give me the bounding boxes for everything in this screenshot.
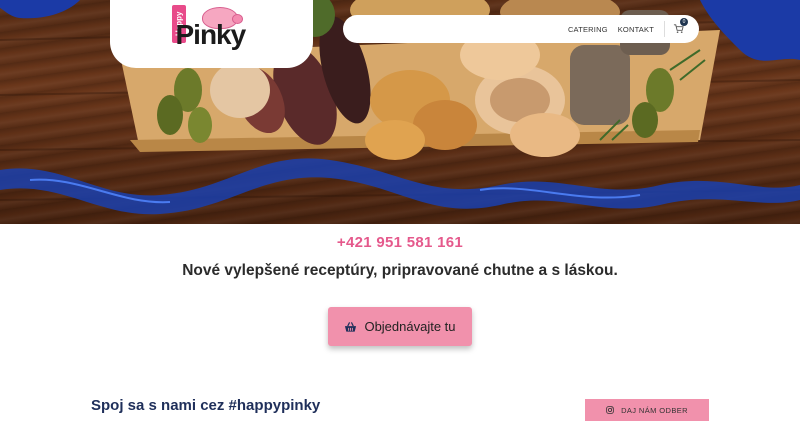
logo-pinky-text: Pinky [175, 19, 247, 50]
main-nav: CATERING KONTAKT 0 [343, 15, 699, 43]
nav-item-kontakt[interactable]: KONTAKT [618, 25, 654, 34]
cart-button[interactable]: 0 [673, 18, 688, 35]
connect-heading: Spoj sa s nami cez #happypinky [91, 397, 321, 414]
happy-pinky-logo[interactable]: Happy Pinky [171, 3, 252, 63]
order-button-label: Objednávajte tu [364, 319, 456, 334]
nav-item-catering[interactable]: CATERING [568, 25, 608, 34]
basket-icon [345, 321, 357, 332]
subscribe-button-label: DAJ NÁM ODBER [621, 405, 688, 415]
hero-image: Happy Pinky CATERING KONTAKT 0 [0, 0, 800, 224]
instagram-icon [606, 406, 614, 414]
tagline: Nové vylepšené receptúry, pripravované c… [182, 262, 618, 279]
cart-count-badge: 0 [680, 18, 688, 26]
order-button[interactable]: Objednávajte tu [328, 307, 472, 346]
phone-number[interactable]: +421 951 581 161 [0, 234, 800, 251]
nav-divider [664, 21, 665, 37]
subscribe-button[interactable]: DAJ NÁM ODBER [585, 399, 709, 421]
logo-card[interactable]: Happy Pinky [110, 0, 313, 68]
